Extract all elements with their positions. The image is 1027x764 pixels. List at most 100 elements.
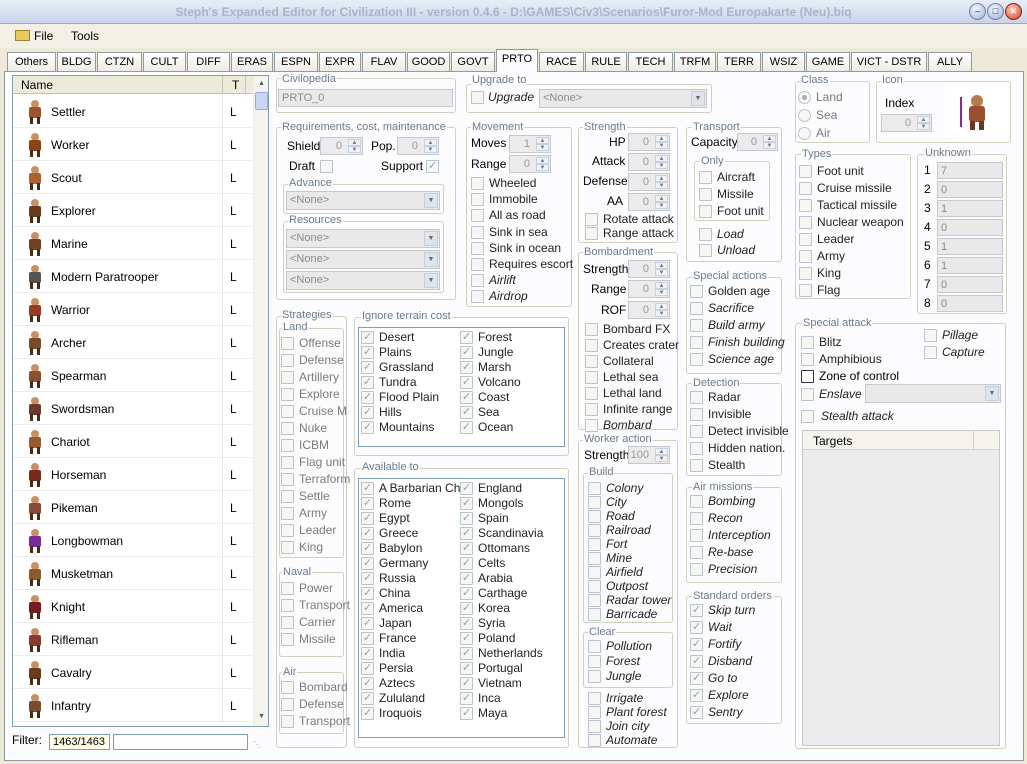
moves-stepper[interactable]: 1 ▲ ▼ bbox=[509, 135, 551, 153]
unload-checkbox[interactable] bbox=[699, 244, 712, 257]
civ-england-checkbox[interactable]: ✓ bbox=[460, 482, 473, 495]
menu-tools[interactable]: Tools bbox=[71, 29, 99, 43]
terrain-flood-plain-checkbox[interactable]: ✓ bbox=[361, 391, 374, 404]
scroll-thumb[interactable] bbox=[255, 92, 268, 110]
tab-rule[interactable]: RULE bbox=[585, 52, 627, 71]
civ-japan-checkbox[interactable]: ✓ bbox=[361, 617, 374, 630]
golden-age-checkbox[interactable] bbox=[690, 285, 703, 298]
range-attack-checkbox[interactable] bbox=[585, 227, 598, 240]
order-wait-checkbox[interactable]: ✓ bbox=[690, 621, 703, 634]
tab-ctzn[interactable]: CTZN bbox=[97, 52, 142, 71]
terrain-sea-checkbox[interactable]: ✓ bbox=[460, 406, 473, 419]
tab-expr[interactable]: EXPR bbox=[319, 52, 361, 71]
resource-dropdown[interactable]: <None> ▼ bbox=[286, 229, 440, 248]
list-scrollbar[interactable]: ▲ ▼ bbox=[253, 76, 268, 726]
class-sea-radio[interactable] bbox=[798, 109, 811, 122]
terrain-coast-checkbox[interactable]: ✓ bbox=[460, 391, 473, 404]
build-fort-checkbox[interactable] bbox=[588, 538, 601, 551]
tab-espn[interactable]: ESPN bbox=[274, 52, 318, 71]
terrain-desert-checkbox[interactable]: ✓ bbox=[361, 331, 374, 344]
collateral-checkbox[interactable] bbox=[585, 355, 598, 368]
build-railroad-checkbox[interactable] bbox=[588, 524, 601, 537]
strat-leader-checkbox[interactable] bbox=[281, 524, 294, 537]
infinite-range-checkbox[interactable] bbox=[585, 403, 598, 416]
type-tactical-missile-checkbox[interactable] bbox=[799, 199, 812, 212]
strat-army-checkbox[interactable] bbox=[281, 507, 294, 520]
list-item[interactable]: Swordsman L bbox=[13, 392, 253, 425]
unknown-field[interactable]: 0 bbox=[937, 276, 1003, 293]
order-fortify-checkbox[interactable]: ✓ bbox=[690, 638, 703, 651]
civ-celts-checkbox[interactable]: ✓ bbox=[460, 557, 473, 570]
move-sink-in-sea-checkbox[interactable] bbox=[471, 225, 484, 239]
minimize-icon[interactable]: – bbox=[969, 3, 986, 20]
terrain-hills-checkbox[interactable]: ✓ bbox=[361, 406, 374, 419]
civ-inca-checkbox[interactable]: ✓ bbox=[460, 692, 473, 705]
range-stepper[interactable]: 0 ▲ ▼ bbox=[509, 155, 551, 173]
radar-checkbox[interactable] bbox=[690, 391, 703, 404]
list-item[interactable]: Pikeman L bbox=[13, 491, 253, 524]
build-outpost-checkbox[interactable] bbox=[588, 580, 601, 593]
finish-building-checkbox[interactable] bbox=[690, 336, 703, 349]
hidden-nation-checkbox[interactable] bbox=[690, 442, 703, 455]
civ-korea-checkbox[interactable]: ✓ bbox=[460, 602, 473, 615]
enslave-dropdown[interactable]: ▼ bbox=[865, 384, 1001, 403]
strat-flag-unit-checkbox[interactable] bbox=[281, 456, 294, 469]
class-air-radio[interactable] bbox=[798, 127, 811, 140]
bombard-fx-checkbox[interactable] bbox=[585, 323, 598, 336]
civ-russia-checkbox[interactable]: ✓ bbox=[361, 572, 374, 585]
unit-list[interactable]: Name T Settler L Worker L Scout L Explorer L Mar… bbox=[12, 75, 269, 727]
clear-jungle-checkbox[interactable] bbox=[588, 670, 601, 683]
worker-strength-stepper[interactable]: 100 ▲ ▼ bbox=[628, 446, 670, 464]
civ-france-checkbox[interactable]: ✓ bbox=[361, 632, 374, 645]
list-item[interactable]: Explorer L bbox=[13, 194, 253, 227]
clear-pollution-checkbox[interactable] bbox=[588, 640, 601, 653]
unknown-field[interactable]: 0 bbox=[937, 219, 1003, 236]
type-foot-unit-checkbox[interactable] bbox=[799, 165, 812, 178]
maximize-icon[interactable]: □ bbox=[987, 3, 1004, 20]
air-strat-defense-checkbox[interactable] bbox=[281, 698, 294, 711]
detect-invisible-checkbox[interactable] bbox=[690, 425, 703, 438]
civ-mongols-checkbox[interactable]: ✓ bbox=[460, 497, 473, 510]
support-checkbox[interactable]: ✓ bbox=[426, 160, 439, 173]
menu-file[interactable]: File bbox=[34, 29, 53, 43]
upgrade-dropdown[interactable]: <None> ▼ bbox=[539, 89, 707, 108]
move-airdrop-checkbox[interactable] bbox=[471, 290, 484, 304]
order-sentry-checkbox[interactable]: ✓ bbox=[690, 706, 703, 719]
attack-stepper[interactable]: 0 ▲ ▼ bbox=[628, 153, 670, 171]
move-wheeled-checkbox[interactable] bbox=[471, 177, 484, 190]
move-requires-escort-checkbox[interactable] bbox=[471, 258, 484, 271]
civ-persia-checkbox[interactable]: ✓ bbox=[361, 662, 374, 675]
list-item[interactable]: Rifleman L bbox=[13, 623, 253, 656]
amphibious-checkbox[interactable] bbox=[801, 353, 814, 366]
naval-power-checkbox[interactable] bbox=[281, 582, 294, 595]
lethal-land-checkbox[interactable] bbox=[585, 387, 598, 400]
sacrifice-checkbox[interactable] bbox=[690, 302, 703, 315]
air-interception-checkbox[interactable] bbox=[690, 529, 703, 542]
air-strat-transport-checkbox[interactable] bbox=[281, 715, 294, 728]
tab-bldg[interactable]: BLDG bbox=[57, 52, 96, 71]
strat-king-checkbox[interactable] bbox=[281, 541, 294, 554]
only-foot-unit-checkbox[interactable] bbox=[699, 205, 712, 218]
strat-nuke-checkbox[interactable] bbox=[281, 422, 294, 435]
scroll-down-icon[interactable]: ▼ bbox=[255, 710, 268, 723]
terrain-ocean-checkbox[interactable]: ✓ bbox=[460, 421, 473, 434]
civ-arabia-checkbox[interactable]: ✓ bbox=[460, 572, 473, 585]
tab-ally[interactable]: ALLY bbox=[928, 52, 972, 71]
icon-index-stepper[interactable]: 0 ▲ ▼ bbox=[881, 114, 932, 132]
build-barricade-checkbox[interactable] bbox=[588, 608, 601, 621]
resource-dropdown[interactable]: <None> ▼ bbox=[286, 271, 440, 290]
strat-terraform-checkbox[interactable] bbox=[281, 473, 294, 486]
tab-cult[interactable]: CULT bbox=[143, 52, 186, 71]
stealth-attack-checkbox[interactable] bbox=[801, 410, 814, 423]
civ-carthage-checkbox[interactable]: ✓ bbox=[460, 587, 473, 600]
civ-china-checkbox[interactable]: ✓ bbox=[361, 587, 374, 600]
list-item[interactable]: Cavalry L bbox=[13, 656, 253, 689]
tab-good[interactable]: GOOD bbox=[407, 52, 450, 71]
list-item[interactable]: Modern Paratrooper L bbox=[13, 260, 253, 293]
unknown-field[interactable]: 1 bbox=[937, 238, 1003, 255]
bomb-strength-stepper[interactable]: 0 ▲ ▼ bbox=[628, 260, 670, 278]
air-re-base-checkbox[interactable] bbox=[690, 546, 703, 559]
list-item[interactable]: Scout L bbox=[13, 161, 253, 194]
tab-trfm[interactable]: TRFM bbox=[674, 52, 716, 71]
build-mine-checkbox[interactable] bbox=[588, 552, 601, 565]
